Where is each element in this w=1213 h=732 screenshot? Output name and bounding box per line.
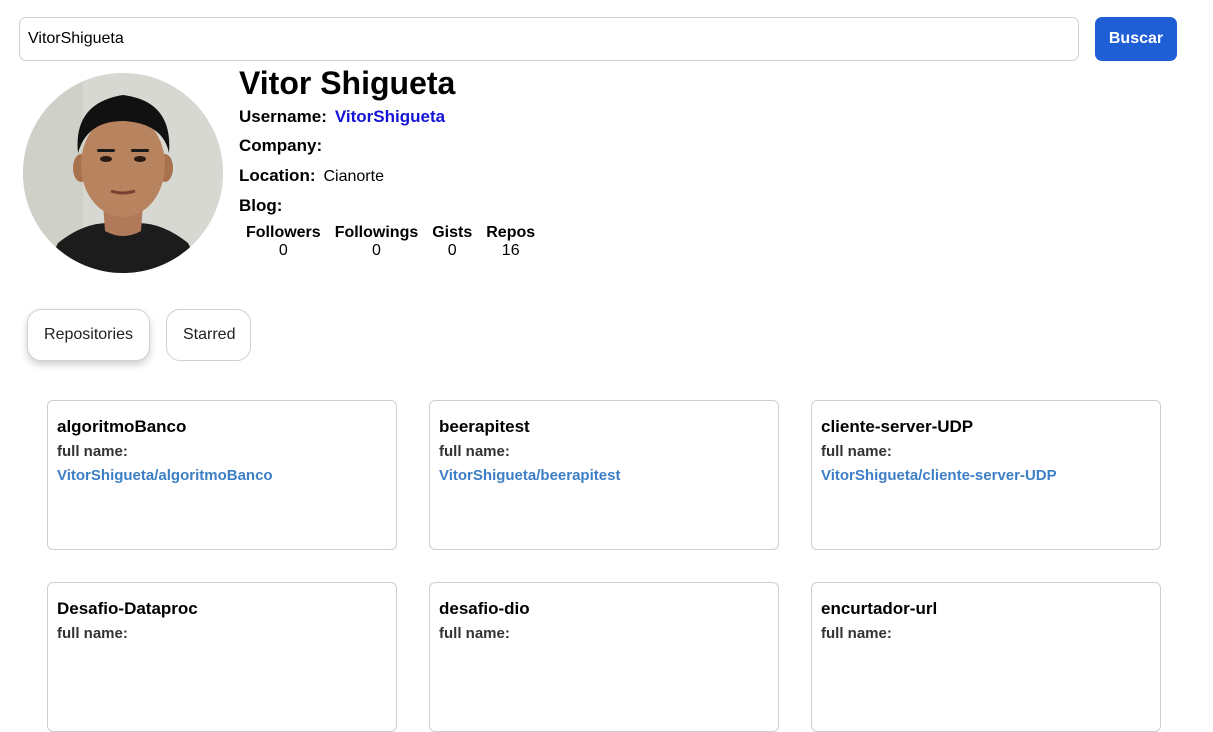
company-row: Company: [239, 131, 455, 161]
tab-repositories[interactable]: Repositories [27, 309, 150, 361]
stat-followers: Followers 0 [246, 224, 321, 260]
repo-full-name-link[interactable]: VitorShigueta/cliente-server-UDP [821, 467, 1057, 484]
blog-row: Blog: [239, 191, 455, 221]
stat-value: 0 [447, 242, 457, 259]
repo-full-name-link[interactable]: VitorShigueta/beerapitest [439, 467, 620, 484]
stat-label: Followings [334, 224, 419, 241]
company-label: Company: [239, 136, 323, 155]
full-name-label: full name: [57, 625, 128, 642]
stat-label: Gists [432, 224, 473, 241]
stat-value: 0 [278, 242, 288, 259]
search-button[interactable]: Buscar [1095, 17, 1177, 61]
avatar-photo [23, 73, 223, 273]
stat-value: 0 [372, 242, 381, 259]
stat-gists: Gists 0 [432, 224, 472, 260]
repo-full-name-link[interactable]: VitorShigueta/algoritmoBanco [57, 467, 273, 484]
stat-followings: Followings 0 [335, 224, 419, 260]
location-row: Location: Cianorte [239, 161, 455, 191]
username-link[interactable]: VitorShigueta [335, 107, 445, 126]
full-name-label: full name: [821, 443, 892, 460]
repo-card[interactable]: encurtador-url full name: [811, 582, 1161, 732]
stat-value: 16 [501, 242, 520, 259]
repo-name: encurtador-url [821, 599, 938, 618]
blog-label: Blog: [239, 196, 283, 215]
full-name-label: full name: [821, 625, 892, 642]
repo-card[interactable]: algoritmoBanco full name: VitorShigueta/… [47, 400, 397, 550]
repo-name: cliente-server-UDP [821, 417, 974, 436]
profile-name: Vitor Shigueta [239, 65, 456, 101]
stat-label: Repos [486, 224, 536, 241]
search-bar: Buscar [19, 17, 1177, 61]
username-label: Username: [239, 107, 327, 126]
stat-repos: Repos 16 [486, 224, 535, 260]
profile-info: Vitor Shigueta Username: VitorShigueta Co… [239, 64, 455, 221]
search-input[interactable] [19, 17, 1079, 61]
repo-name: Desafio-Dataproc [57, 599, 198, 618]
location-value: Cianorte [323, 168, 384, 185]
profile-stats: Followers 0 Followings 0 Gists 0 Repos 1… [246, 224, 535, 260]
repo-name: desafio-dio [439, 599, 530, 618]
full-name-label: full name: [439, 625, 510, 642]
repo-card[interactable]: desafio-dio full name: [429, 582, 779, 732]
repo-card[interactable]: cliente-server-UDP full name: VitorShigu… [811, 400, 1161, 550]
location-label: Location: [239, 166, 316, 185]
full-name-label: full name: [57, 443, 128, 460]
avatar [23, 73, 223, 273]
username-row: Username: VitorShigueta [239, 102, 455, 131]
repo-name: algoritmoBanco [57, 417, 187, 436]
repo-card[interactable]: Desafio-Dataproc full name: [47, 582, 397, 732]
tab-starred[interactable]: Starred [166, 309, 251, 361]
stat-label: Followers [246, 224, 321, 241]
repo-card[interactable]: beerapitest full name: VitorShigueta/bee… [429, 400, 779, 550]
full-name-label: full name: [439, 443, 510, 460]
repo-name: beerapitest [439, 417, 530, 436]
